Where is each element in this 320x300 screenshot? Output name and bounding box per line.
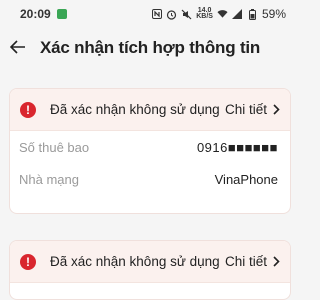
card-header[interactable]: ! Đã xác nhận không sử dụng Chi tiết [10,89,290,131]
network-value: VinaPhone [214,171,278,187]
network-speed: 14.0 KB/S [196,7,213,20]
app-bar: Xác nhận tích hợp thông tin [0,30,300,66]
card-status-text: Đã xác nhận không sử dụng [50,254,220,269]
detail-link[interactable]: Chi tiết [225,102,280,118]
wifi-icon [217,9,228,20]
n-icon [151,9,162,20]
mute-icon [181,9,192,20]
card-header[interactable]: ! Đã xác nhận không sử dụng Chi tiết [10,241,290,283]
network-label: Nhà mạng [19,171,79,187]
alarm-icon [166,9,177,20]
battery-percent: 59% [261,7,286,21]
error-icon: ! [20,253,36,270]
status-bar: 20:09 14.0 KB/S 59% [0,0,300,28]
detail-label: Chi tiết [224,102,267,117]
notification-icon [56,9,67,19]
subscription-card: ! Đã xác nhận không sử dụng Chi tiết Số … [9,88,291,214]
chevron-right-icon [273,102,280,118]
subscriber-number-row: Số thuê bao 0916■■■■■■ [10,131,290,163]
signal-icon [231,9,243,20]
network-row: Nhà mạng VinaPhone [10,163,290,195]
page-title: Xác nhận tích hợp thông tin [40,38,261,57]
card-status-text: Đã xác nhận không sử dụng [50,102,220,117]
battery-icon [247,8,258,20]
error-icon: ! [20,101,36,118]
status-time: 20:09 [20,7,51,21]
subscriber-number-label: Số thuê bao [19,139,90,155]
back-arrow-icon[interactable] [9,38,32,58]
speed-unit: KB/S [196,13,213,20]
chevron-right-icon [273,254,280,270]
subscriber-number-value: 0916■■■■■■ [196,139,278,155]
detail-label: Chi tiết [224,254,267,269]
detail-link[interactable]: Chi tiết [225,254,280,270]
subscription-card: ! Đã xác nhận không sử dụng Chi tiết [9,240,291,300]
